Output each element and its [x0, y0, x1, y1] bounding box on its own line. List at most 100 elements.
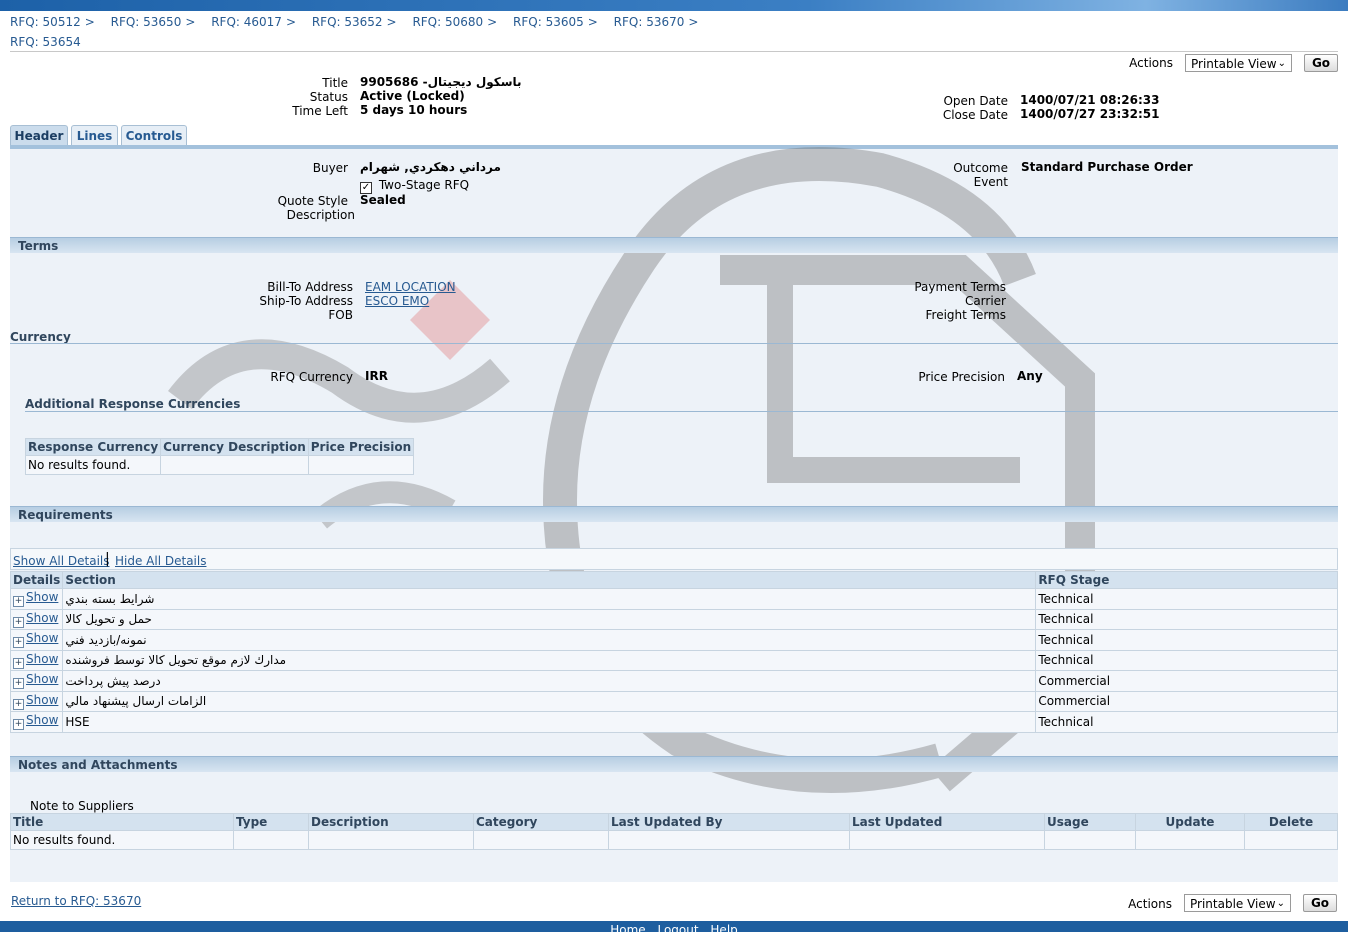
requirements-section-header: Requirements: [10, 506, 1338, 522]
fob-label: FOB: [328, 308, 353, 322]
details-cell: + Show: [9, 711, 64, 733]
return-link[interactable]: Return to RFQ: 53670: [11, 894, 141, 908]
section-name: درصد پيش پرداخت: [65, 673, 161, 688]
time-left-value: 5 days 10 hours: [360, 103, 468, 117]
close-date-label: Close Date: [942, 108, 1008, 122]
go-button[interactable]: Go: [1303, 894, 1337, 912]
open-date-label: Open Date: [943, 94, 1008, 108]
section-cell: حمل و تحويل کالا: [62, 608, 1037, 630]
footer-help-link[interactable]: Help: [710, 923, 737, 937]
price-precision-value: Any: [1017, 369, 1043, 383]
table-cell: [160, 455, 309, 475]
table-cell: [473, 830, 609, 850]
expand-plus-icon[interactable]: +: [13, 596, 24, 608]
rfq-stage-cell: Commercial: [1035, 690, 1338, 712]
actions-select-value: Printable View: [1191, 57, 1277, 71]
show-details-link[interactable]: Show: [26, 693, 58, 707]
note-to-suppliers-label: Note to Suppliers: [30, 799, 134, 813]
column-header: Update: [1135, 813, 1245, 831]
breadcrumb-separator: >: [185, 15, 196, 29]
table-row: + Show الزامات ارسال پيشنهاد مالي Commercia…: [9, 690, 1338, 712]
go-button[interactable]: Go: [1304, 54, 1338, 72]
show-details-link[interactable]: Show: [26, 631, 58, 645]
response-currency-table: Response Currency Currency Description P…: [24, 438, 415, 475]
breadcrumb-link[interactable]: RFQ: 53650: [111, 15, 182, 29]
show-details-link[interactable]: Show: [26, 652, 58, 666]
show-all-details-link[interactable]: Show All Details: [13, 554, 110, 568]
buyer-label: Buyer: [312, 161, 348, 175]
top-banner: [0, 0, 1348, 11]
ship-to-label: Ship-To Address: [259, 294, 353, 308]
footer-home-link[interactable]: Home: [610, 923, 645, 937]
divider: [10, 51, 1338, 52]
breadcrumb-link[interactable]: RFQ: 53605: [513, 15, 584, 29]
rfq-stage-cell: Technical: [1035, 649, 1338, 671]
rfq-stage-cell: Technical: [1035, 711, 1338, 733]
freight-terms-label: Freight Terms: [925, 308, 1007, 322]
notes-section-header: Notes and Attachments: [10, 756, 1338, 772]
two-stage-field: ✓ Two-Stage RFQ: [360, 178, 469, 194]
breadcrumb-separator: >: [84, 15, 95, 29]
show-details-link[interactable]: Show: [26, 611, 58, 625]
requirements-table: Details Section RFQ Stage + Show شرايط بست…: [9, 571, 1338, 733]
tab-header[interactable]: Header: [10, 125, 68, 146]
actions-label: Actions: [1128, 897, 1172, 911]
table-cell: [849, 830, 1045, 850]
column-header: Price Precision: [307, 438, 415, 456]
section-cell: مدارك لازم موقع تحويل كالا توسط فروشنده: [62, 649, 1037, 671]
expand-plus-icon[interactable]: +: [13, 616, 24, 628]
tab-lines[interactable]: Lines: [71, 125, 118, 146]
bill-to-link[interactable]: EAM LOCATION: [365, 280, 456, 294]
breadcrumb: RFQ: 50512 > RFQ: 53650 > RFQ: 46017 > RFQ:…: [10, 15, 710, 29]
section-name: HSE: [65, 714, 90, 729]
ship-to-link[interactable]: ESCO EMO: [365, 294, 429, 308]
table-row: + Show شرايط بسته بندي Technical: [9, 588, 1338, 610]
breadcrumb-separator: >: [386, 15, 397, 29]
tab-controls[interactable]: Controls: [121, 125, 187, 146]
show-details-link[interactable]: Show: [26, 590, 58, 604]
currency-heading: Currency: [10, 330, 71, 344]
actions-select[interactable]: Printable View ⌄: [1184, 894, 1291, 912]
description-label: Description: [286, 208, 355, 222]
divider: [25, 411, 1338, 412]
divider: [10, 343, 1338, 344]
expand-plus-icon[interactable]: +: [13, 678, 24, 690]
show-hide-bar: Show All Details | Hide All Details: [10, 548, 1338, 570]
bill-to-label: Bill-To Address: [267, 280, 353, 294]
expand-plus-icon[interactable]: +: [13, 719, 24, 731]
column-header: Description: [308, 813, 474, 831]
column-header: Response Currency: [24, 438, 162, 456]
open-date-value: 1400/07/21 08:26:33: [1020, 93, 1160, 107]
breadcrumb-link[interactable]: RFQ: 50680: [412, 15, 483, 29]
show-details-link[interactable]: Show: [26, 672, 58, 686]
chevron-down-icon: ⌄: [1276, 898, 1285, 909]
column-header: Details: [9, 571, 64, 589]
buyer-value: مرداني دهکردي, شهرام: [360, 160, 501, 174]
breadcrumb-link[interactable]: RFQ: 46017: [211, 15, 282, 29]
additional-currencies-heading: Additional Response Currencies: [25, 397, 241, 411]
hide-all-details-link[interactable]: Hide All Details: [115, 554, 206, 568]
table-row: No results found.: [24, 455, 415, 475]
terms-section-header: Terms: [10, 237, 1338, 253]
actions-select[interactable]: Printable View ⌄: [1185, 54, 1292, 72]
section-cell: شرايط بسته بندي: [62, 588, 1037, 610]
quote-style-value: Sealed: [360, 193, 406, 207]
breadcrumb-link[interactable]: RFQ: 53652: [312, 15, 383, 29]
chevron-down-icon: ⌄: [1277, 58, 1286, 69]
table-cell: [307, 455, 415, 475]
table-row: No results found.: [10, 830, 1338, 850]
show-details-link[interactable]: Show: [26, 713, 58, 727]
breadcrumb-link[interactable]: RFQ: 53670: [614, 15, 685, 29]
expand-plus-icon[interactable]: +: [13, 637, 24, 649]
expand-plus-icon[interactable]: +: [13, 657, 24, 669]
column-header: Category: [473, 813, 609, 831]
table-cell: [1244, 830, 1338, 850]
event-label: Event: [973, 175, 1008, 189]
payment-terms-label: Payment Terms: [914, 280, 1006, 294]
section-name: مدارك لازم موقع تحويل كالا توسط فروشنده: [65, 653, 287, 668]
details-cell: + Show: [9, 588, 64, 610]
expand-plus-icon[interactable]: +: [13, 698, 24, 710]
table-cell: [233, 830, 309, 850]
footer-logout-link[interactable]: Logout: [657, 923, 698, 937]
breadcrumb-link[interactable]: RFQ: 50512: [10, 15, 81, 29]
